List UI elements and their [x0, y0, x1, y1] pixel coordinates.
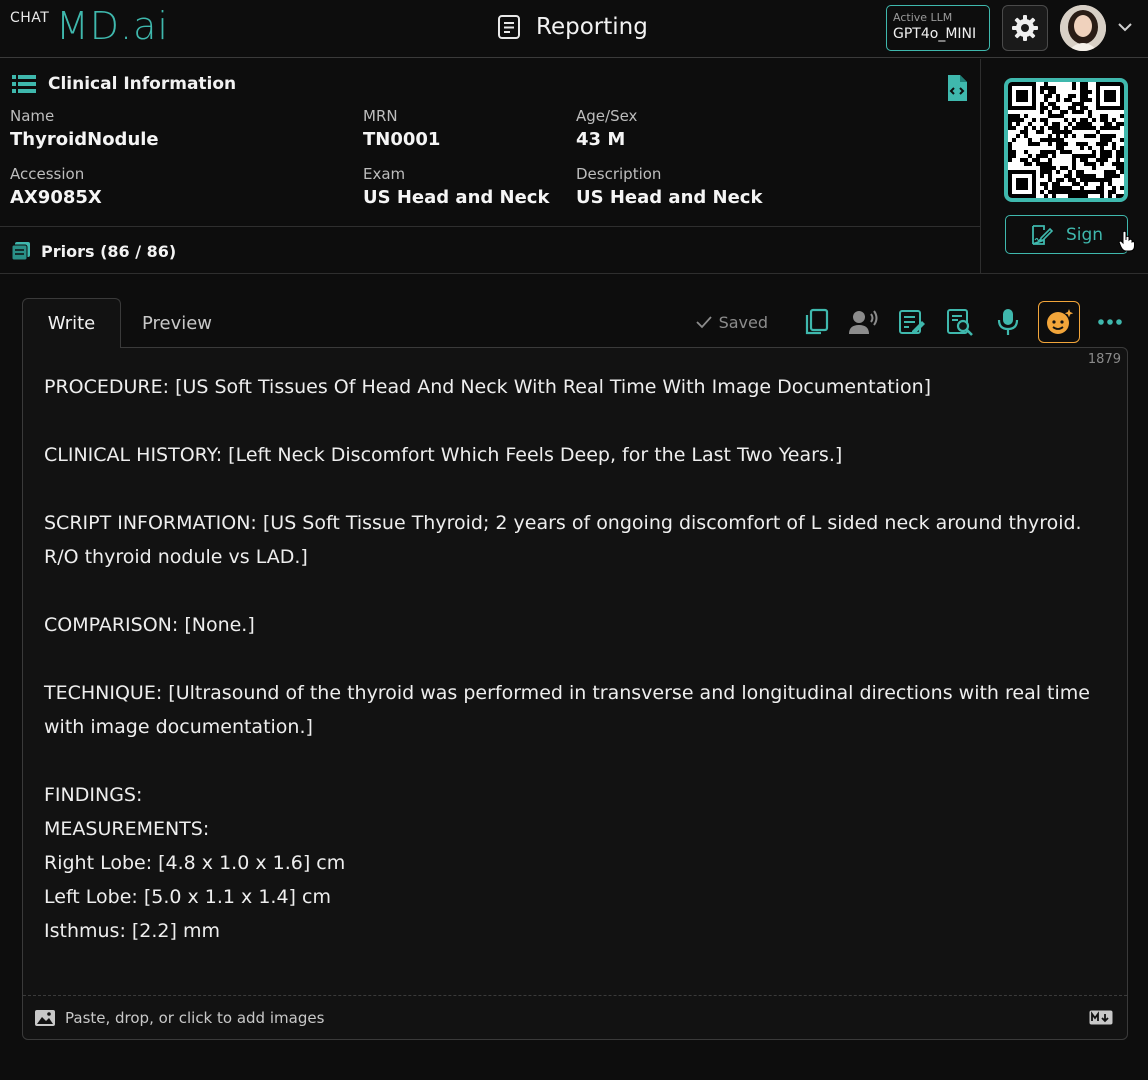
clinical-information-header: Clinical Information	[12, 74, 236, 94]
report-line	[44, 574, 1104, 608]
active-llm-value: GPT4o_MINI	[893, 26, 977, 42]
edit-list-icon	[899, 310, 925, 334]
report-line	[44, 404, 1104, 438]
report-line: CLINICAL HISTORY: [Left Neck Discomfort …	[44, 444, 843, 466]
microphone-icon	[997, 309, 1019, 335]
field-label: MRN	[363, 107, 398, 125]
field-value: ThyroidNodule	[10, 129, 159, 150]
report-line: COMPARISON: [None.]	[44, 614, 255, 636]
field-label: Age/Sex	[576, 107, 638, 125]
priors-header[interactable]: Priors (86 / 86)	[11, 241, 176, 261]
exam-field: Exam US Head and Neck	[363, 165, 549, 208]
active-llm-selector[interactable]: Active LLM GPT4o_MINI	[886, 5, 990, 51]
field-label: Accession	[10, 165, 85, 183]
mrn-field: MRN TN0001	[363, 107, 440, 150]
qr-code	[1004, 78, 1128, 202]
accession-field: Accession AX9085X	[10, 165, 102, 208]
clinical-information-panel: Clinical Information Name ThyroidNodule …	[0, 59, 980, 227]
copy-button[interactable]	[798, 304, 834, 340]
report-line: MEASUREMENTS:	[44, 818, 210, 840]
editor-tabs: Write Preview Saved	[22, 298, 1128, 348]
image-upload-area[interactable]: Paste, drop, or click to add images	[23, 995, 1127, 1039]
editor-toolbar: Saved	[695, 301, 1128, 343]
field-value: US Head and Neck	[576, 187, 763, 208]
saved-label: Saved	[718, 312, 768, 332]
top-bar: CHAT MD.ai Reporting Active LLM GPT4o_MI…	[0, 0, 1148, 58]
report-line: Isthmus: [2.2] mm	[44, 920, 220, 942]
sign-document-icon	[1032, 224, 1054, 245]
report-line	[44, 642, 1104, 676]
report-line: TECHNIQUE: [Ultrasound of the thyroid wa…	[44, 682, 1090, 738]
document-icon	[498, 15, 520, 39]
field-label: Exam	[363, 165, 406, 183]
field-label: Description	[576, 165, 662, 183]
field-value: TN0001	[363, 129, 441, 150]
priors-section[interactable]: Priors (86 / 86)	[0, 228, 980, 274]
document-search-icon	[947, 309, 973, 336]
field-value: AX9085X	[10, 187, 102, 208]
report-line	[44, 472, 1104, 506]
more-horizontal-icon	[1098, 319, 1122, 325]
copy-icon	[805, 308, 829, 335]
markdown-icon	[1089, 1010, 1113, 1025]
priors-label: Priors (86 / 86)	[41, 241, 177, 261]
report-line	[44, 744, 1104, 778]
sign-button[interactable]: Sign	[1005, 215, 1128, 254]
report-textarea[interactable]: 1879 PROCEDURE: [US Soft Tissues Of Head…	[22, 347, 1128, 1040]
image-icon	[35, 1009, 55, 1026]
character-count: 1879	[1087, 352, 1121, 367]
microphone-button[interactable]	[990, 304, 1026, 340]
image-upload-hint: Paste, drop, or click to add images	[65, 1008, 325, 1027]
chevron-down-icon[interactable]	[1116, 18, 1134, 36]
tab-preview[interactable]: Preview	[132, 298, 222, 348]
saved-status: Saved	[695, 313, 768, 332]
tab-write[interactable]: Write	[22, 298, 121, 348]
edit-report-button[interactable]	[894, 304, 930, 340]
report-editor: Write Preview Saved 1879 PROCEDURE: [US …	[22, 298, 1128, 1040]
age-sex-field: Age/Sex 43 M	[576, 107, 637, 150]
stack-icon	[11, 242, 30, 261]
ai-assistant-button[interactable]	[1038, 301, 1080, 343]
report-line: FINDINGS:	[44, 784, 143, 806]
active-llm-label: Active LLM	[893, 11, 953, 24]
sign-label: Sign	[1065, 224, 1104, 245]
description-field: Description US Head and Neck	[576, 165, 762, 208]
report-line: Right Lobe: [4.8 x 1.0 x 1.6] cm	[44, 852, 346, 874]
voice-user-icon	[849, 310, 878, 334]
field-label: Name	[10, 107, 55, 125]
name-field: Name ThyroidNodule	[10, 107, 159, 150]
dictation-speaker-button[interactable]	[846, 304, 882, 340]
more-options-button[interactable]	[1092, 304, 1128, 340]
report-line: PROCEDURE: [US Soft Tissues Of Head And …	[44, 376, 932, 398]
report-text[interactable]: PROCEDURE: [US Soft Tissues Of Head And …	[44, 370, 1104, 948]
hand-cursor-icon	[1118, 230, 1135, 252]
report-line: SCRIPT INFORMATION: [US Soft Tissue Thyr…	[44, 512, 1082, 568]
settings-button[interactable]	[1002, 5, 1048, 51]
list-icon	[12, 75, 36, 93]
page-title: Reporting	[536, 14, 648, 40]
page-title-group: Reporting	[496, 14, 648, 40]
field-value: US Head and Neck	[363, 187, 550, 208]
report-line: Left Lobe: [5.0 x 1.1 x 1.4] cm	[44, 886, 331, 908]
check-icon	[695, 316, 712, 329]
clinical-information-title: Clinical Information	[48, 74, 237, 94]
field-value: 43 M	[576, 129, 626, 150]
user-avatar[interactable]	[1060, 5, 1106, 51]
logo-main: MD.ai	[56, 4, 169, 48]
review-report-button[interactable]	[942, 304, 978, 340]
logo-prefix: CHAT	[10, 10, 50, 26]
export-document-icon[interactable]	[946, 74, 968, 102]
gear-icon	[1012, 15, 1038, 41]
ai-face-sparkle-icon	[1047, 309, 1074, 334]
